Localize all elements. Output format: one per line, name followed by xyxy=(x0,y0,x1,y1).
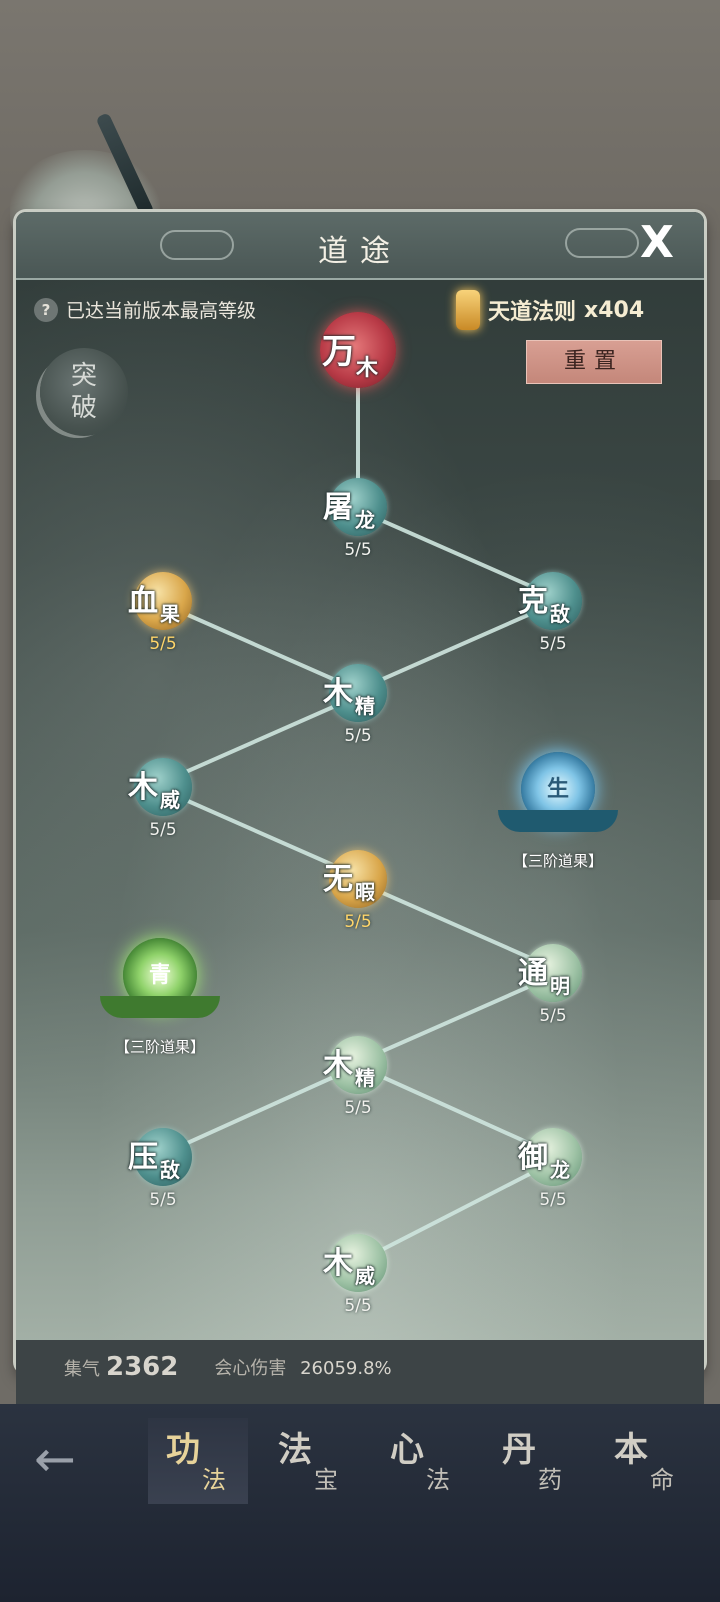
node-level: 5/5 xyxy=(149,820,177,840)
skill-node-yadi[interactable]: 压 敌 5/5 xyxy=(123,1128,203,1210)
tab-char-main: 功 xyxy=(166,1430,200,1470)
water-orb-icon: 屠 龙 xyxy=(323,478,387,536)
dao-fruit-qing[interactable]: 青 【三阶道果】 xyxy=(95,938,225,1057)
tab-char-sub: 法 xyxy=(202,1466,226,1494)
water-orb-icon: 压 敌 xyxy=(128,1128,192,1186)
node-level: 5/5 xyxy=(149,634,177,654)
node-char-main: 血 xyxy=(128,584,158,619)
tab-char-sub: 宝 xyxy=(314,1466,338,1494)
stats-row: 集气 2362 会心伤害 26059.8% xyxy=(64,1352,392,1382)
node-char-sub: 明 xyxy=(550,974,570,998)
tab-danyao[interactable]: 丹 药 xyxy=(484,1418,584,1504)
node-char-sub: 果 xyxy=(160,602,180,626)
node-char-sub: 龙 xyxy=(355,508,375,532)
gold-orb-icon: 无 暇 xyxy=(323,850,387,908)
node-char-main: 木 xyxy=(323,1246,353,1281)
tab-benming[interactable]: 本 命 xyxy=(596,1418,696,1504)
tab-char-main: 法 xyxy=(278,1430,312,1470)
skill-node-yulong[interactable]: 御 龙 5/5 xyxy=(513,1128,593,1210)
skill-node-muwei[interactable]: 木 威 5/5 xyxy=(123,758,203,840)
crit-stat: 会心伤害 26059.8% xyxy=(214,1354,391,1380)
node-char-main: 木 xyxy=(128,770,158,805)
skill-node-mujing-2[interactable]: 木 精 5/5 xyxy=(318,1036,398,1118)
node-char-sub: 敌 xyxy=(160,1158,180,1182)
back-arrow-icon[interactable]: ← xyxy=(34,1430,76,1488)
water-orb-icon: 克 敌 xyxy=(518,572,582,630)
node-level: 5/5 xyxy=(344,1098,372,1118)
water-orb-icon: 木 精 xyxy=(323,664,387,722)
node-char-sub: 龙 xyxy=(550,1158,570,1182)
node-char-main: 御 xyxy=(518,1140,548,1175)
skill-node-muwei-2[interactable]: 木 威 5/5 xyxy=(318,1234,398,1316)
skill-node-mujing[interactable]: 木 精 5/5 xyxy=(318,664,398,746)
node-level: 5/5 xyxy=(149,1190,177,1210)
fruit-label: 【三阶道果】 xyxy=(114,1038,205,1056)
skill-node-tulong[interactable]: 屠 龙 5/5 xyxy=(318,478,398,560)
node-char-sub: 敌 xyxy=(550,602,570,626)
node-char-main: 木 xyxy=(323,1048,353,1083)
tab-char-main: 本 xyxy=(614,1430,648,1470)
fruit-label: 【三阶道果】 xyxy=(512,852,603,870)
flame-orb-icon: 万 木 xyxy=(320,312,396,388)
water-orb-icon: 木 威 xyxy=(128,758,192,816)
skill-node-wuxia[interactable]: 无 暇 5/5 xyxy=(318,850,398,932)
qi-value: 2362 xyxy=(106,1352,179,1382)
node-level: 5/5 xyxy=(344,540,372,560)
node-level: 5/5 xyxy=(344,726,372,746)
qi-label: 集气 xyxy=(64,1359,100,1380)
node-char-main: 木 xyxy=(323,676,353,711)
tab-char-sub: 法 xyxy=(426,1466,450,1494)
node-char-main: 万 xyxy=(322,332,356,372)
skill-node-xueguo[interactable]: 血 果 5/5 xyxy=(123,572,203,654)
node-level: 5/5 xyxy=(539,1190,567,1210)
node-char-sub: 暇 xyxy=(355,880,375,904)
tab-char-sub: 命 xyxy=(650,1466,674,1494)
jade-orb-icon: 通 明 xyxy=(518,944,582,1002)
node-level: 5/5 xyxy=(344,912,372,932)
crit-value: 26059.8% xyxy=(300,1358,392,1379)
node-char-main: 通 xyxy=(518,956,548,991)
crit-label: 会心伤害 xyxy=(214,1358,287,1379)
node-char-sub: 威 xyxy=(160,788,180,812)
tab-char-main: 丹 xyxy=(502,1430,536,1470)
node-char-sub: 木 xyxy=(356,355,379,381)
dao-fruit-sheng[interactable]: 生 【三阶道果】 xyxy=(493,752,623,871)
tab-fabao[interactable]: 法 宝 xyxy=(260,1418,360,1504)
node-char-main: 屠 xyxy=(323,490,353,525)
qi-stat: 集气 2362 xyxy=(64,1352,178,1382)
node-char-sub: 威 xyxy=(355,1264,375,1288)
skill-node-wanmu[interactable]: 万 木 xyxy=(318,312,398,388)
node-level: 5/5 xyxy=(344,1296,372,1316)
skill-node-tongming[interactable]: 通 明 5/5 xyxy=(513,944,593,1026)
tab-char-main: 心 xyxy=(390,1430,424,1470)
jade-orb-icon: 御 龙 xyxy=(518,1128,582,1186)
skill-node-kedi[interactable]: 克 敌 5/5 xyxy=(513,572,593,654)
node-char-sub: 精 xyxy=(355,694,375,718)
node-char-main: 无 xyxy=(323,862,353,897)
gold-orb-icon: 血 果 xyxy=(128,572,192,630)
node-char-sub: 精 xyxy=(355,1066,375,1090)
jade-orb-icon: 木 精 xyxy=(323,1036,387,1094)
node-level: 5/5 xyxy=(539,1006,567,1026)
tab-xinfa[interactable]: 心 法 xyxy=(372,1418,472,1504)
node-char-main: 克 xyxy=(518,584,548,619)
node-level: 5/5 xyxy=(539,634,567,654)
jade-orb-icon: 木 威 xyxy=(323,1234,387,1292)
tab-char-sub: 药 xyxy=(538,1466,562,1494)
node-char-main: 压 xyxy=(128,1140,158,1175)
tab-gongfa[interactable]: 功 法 xyxy=(148,1418,248,1504)
